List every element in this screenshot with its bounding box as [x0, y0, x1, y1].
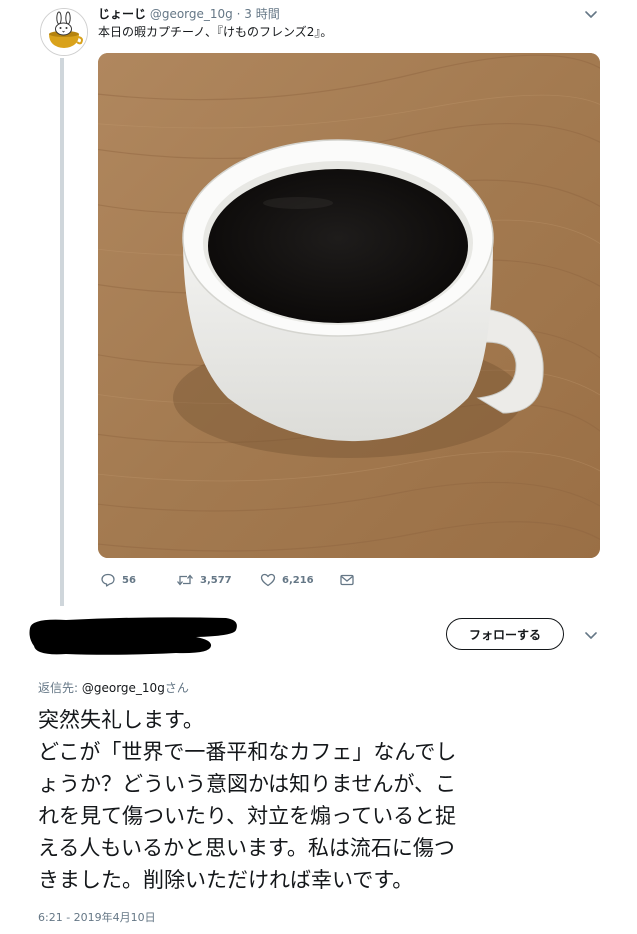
direct-message-action[interactable] [339, 570, 355, 590]
tweet-time[interactable]: 3 時間 [244, 7, 279, 21]
tweet-actions: 56 3,577 6,216 [98, 570, 458, 590]
reply-to-mention[interactable]: @george_10g [82, 681, 165, 695]
reply-text-line: ょうか？どういう意図かは知りませんが、こ [38, 772, 457, 796]
tweet-text: 本日の暇カプチーノ、『けものフレンズ2』。 [98, 25, 333, 39]
reply-text-line: きました。削除いただければ幸いです。 [38, 868, 414, 892]
reply-text: 突然失礼します。 どこが「世界で一番平和なカフェ」なんでし ょうか？どういう意図… [38, 704, 598, 896]
retweet-icon [177, 574, 193, 586]
chevron-down-icon[interactable] [582, 7, 600, 21]
tweet-header: じょーじ @george_10g · 3 時間 [98, 6, 280, 22]
bunny-cup-avatar-icon [41, 9, 87, 55]
reply-to-suffix: さん [164, 681, 189, 695]
reply-text-line: 突然失礼します。 [38, 708, 204, 732]
avatar[interactable] [40, 8, 88, 56]
reply-text-line: れを見て傷ついたり、対立を煽っていると捉 [38, 804, 457, 828]
display-name[interactable]: じょーじ [98, 7, 146, 21]
follow-button[interactable]: フォローする [446, 618, 564, 650]
reply-timestamp[interactable]: 6:21 - 2019年4月10日 [38, 911, 156, 925]
retweet-count: 3,577 [200, 574, 232, 586]
reply-action[interactable]: 56 [100, 570, 136, 590]
thread-connector-line [60, 58, 64, 606]
chevron-down-icon[interactable] [582, 628, 600, 642]
redacted-user-name [26, 610, 241, 660]
reply-count: 56 [122, 574, 136, 586]
reply-to-prefix: 返信先: [38, 681, 82, 695]
reply-icon [101, 573, 115, 587]
reply-text-line: える人もいるかと思います。私は流石に傷つ [38, 836, 455, 860]
heart-icon [260, 573, 276, 587]
tweet-photo[interactable] [98, 53, 600, 558]
user-handle[interactable]: @george_10g [150, 7, 233, 21]
like-action[interactable]: 6,216 [260, 570, 314, 590]
coffee-cup-photo [98, 53, 600, 558]
header-separator: · [236, 7, 241, 21]
retweet-action[interactable]: 3,577 [176, 570, 232, 590]
envelope-icon [340, 574, 354, 586]
reply-text-line: どこが「世界で一番平和なカフェ」なんでし [38, 740, 457, 764]
reply-to-line: 返信先: @george_10gさん [38, 680, 189, 696]
like-count: 6,216 [282, 574, 314, 586]
original-tweet: じょーじ @george_10g · 3 時間 本日の暇カプチーノ、『けものフレ… [0, 0, 637, 606]
